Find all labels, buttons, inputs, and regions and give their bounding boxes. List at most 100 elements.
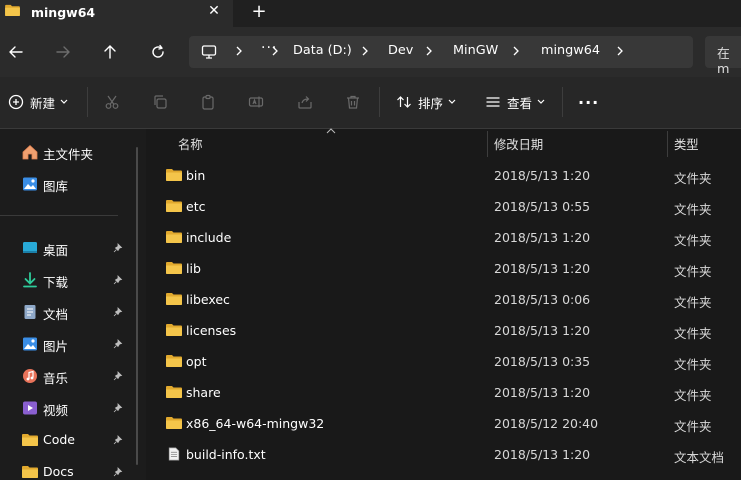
arrow-right-icon (56, 46, 70, 58)
sidebar-item-label: Code (43, 432, 76, 447)
search-input[interactable]: 在 m (705, 36, 741, 77)
pin-icon[interactable] (113, 243, 123, 253)
tab-mingw64[interactable]: mingw64 ✕ (0, 0, 233, 27)
pin-icon[interactable] (113, 435, 123, 445)
file-type: 文本文档 (674, 450, 725, 465)
table-row[interactable]: licenses 2018/5/13 1:20 文件夹 (146, 316, 741, 347)
command-bar: 新建 排序 查看 ··· (0, 77, 741, 129)
table-row[interactable]: etc 2018/5/13 0:55 文件夹 (146, 192, 741, 223)
chevron-right-icon[interactable] (359, 43, 371, 59)
desktop-icon (23, 242, 37, 253)
sidebar-item-label: 音乐 (43, 371, 69, 386)
sidebar-item-gallery[interactable]: 图库 (0, 170, 146, 198)
file-list: 名称 修改日期 类型 bin 2018/5/13 1:20 文件夹 etc 2018/5… (146, 128, 741, 480)
column-resize-handle[interactable] (667, 131, 668, 157)
sidebar-item-documents[interactable]: 文档 (0, 298, 146, 326)
tab-strip: mingw64 ✕ + (0, 0, 741, 27)
back-button[interactable] (5, 41, 27, 63)
chevron-right-icon[interactable] (269, 43, 281, 59)
file-date: 2018/5/13 0:06 (494, 292, 591, 307)
sidebar-item-desktop[interactable]: 桌面 (0, 234, 146, 262)
forward-button[interactable] (52, 41, 74, 63)
file-name: opt (186, 354, 207, 369)
breadcrumb-mingw[interactable]: MinGW (453, 43, 498, 58)
new-button[interactable]: 新建 (8, 91, 68, 113)
breadcrumb-mingw64[interactable]: mingw64 (541, 43, 600, 58)
view-list-icon (486, 97, 500, 107)
table-row[interactable]: share 2018/5/13 1:20 文件夹 (146, 378, 741, 409)
table-row[interactable]: opt 2018/5/13 0:35 文件夹 (146, 347, 741, 378)
file-date: 2018/5/12 20:40 (494, 416, 599, 431)
sidebar-item-docs[interactable]: Docs (0, 458, 146, 480)
column-header-date[interactable]: 修改日期 (494, 135, 543, 153)
table-row[interactable]: x86_64-w64-mingw32 2018/5/12 20:40 文件夹 (146, 409, 741, 440)
chevron-right-icon[interactable] (423, 43, 435, 59)
chevron-right-icon[interactable] (510, 43, 522, 59)
paste-button[interactable] (200, 91, 216, 113)
view-label: 查看 (507, 95, 533, 111)
new-tab-button[interactable]: + (250, 2, 268, 22)
table-row[interactable]: bin 2018/5/13 1:20 文件夹 (146, 161, 741, 192)
address-bar[interactable]: ··· Data (D:) Dev MinGW mingw64 (189, 36, 693, 68)
column-resize-handle[interactable] (487, 131, 488, 157)
navigation-pane: 主文件夹 图库 桌面 下载 文档 图片 音乐 视频 Code Docs (0, 129, 146, 480)
home-icon (22, 144, 38, 160)
sidebar-scrollbar[interactable] (136, 147, 138, 465)
sidebar-item-label: 视频 (43, 403, 69, 418)
table-row[interactable]: include 2018/5/13 1:20 文件夹 (146, 223, 741, 254)
file-date: 2018/5/13 1:20 (494, 261, 591, 276)
chevron-right-icon[interactable] (233, 43, 245, 59)
sidebar-item-pictures[interactable]: 图片 (0, 330, 146, 358)
arrow-up-icon (104, 45, 116, 59)
chevron-right-icon[interactable] (614, 43, 626, 59)
more-icon: ··· (578, 92, 600, 112)
refresh-button[interactable] (147, 41, 169, 63)
sidebar-item-label: 下载 (43, 275, 69, 290)
breadcrumb-data-drive[interactable]: Data (D:) (293, 43, 352, 58)
pin-icon[interactable] (113, 467, 123, 477)
gallery-icon (23, 177, 37, 191)
pin-icon[interactable] (113, 275, 123, 285)
pin-icon[interactable] (113, 339, 123, 349)
more-options-button[interactable]: ··· (578, 91, 599, 113)
file-name: x86_64-w64-mingw32 (186, 416, 325, 431)
column-header-name[interactable]: 名称 (178, 135, 203, 153)
pin-icon[interactable] (113, 371, 123, 381)
breadcrumb-dev[interactable]: Dev (388, 43, 413, 58)
table-row[interactable]: libexec 2018/5/13 0:06 文件夹 (146, 285, 741, 316)
file-name: share (186, 385, 221, 400)
chevron-down-icon (60, 99, 68, 104)
delete-button[interactable] (345, 91, 361, 113)
tab-title: mingw64 (31, 5, 96, 20)
pin-icon[interactable] (113, 307, 123, 317)
share-button[interactable] (297, 91, 313, 113)
copy-button[interactable] (152, 91, 168, 113)
file-date: 2018/5/13 0:55 (494, 199, 591, 214)
table-row[interactable]: build-info.txt 2018/5/13 1:20 文本文档 (146, 440, 741, 471)
sort-button[interactable]: 排序 (396, 91, 456, 113)
cut-button[interactable] (104, 91, 120, 113)
pin-icon[interactable] (113, 403, 123, 413)
sidebar-item-code[interactable]: Code (0, 426, 146, 454)
sidebar-item-videos[interactable]: 视频 (0, 394, 146, 422)
up-button[interactable] (99, 41, 121, 63)
folder-icon (166, 324, 182, 336)
sidebar-item-downloads[interactable]: 下载 (0, 266, 146, 294)
file-name: lib (186, 261, 201, 276)
file-date: 2018/5/13 1:20 (494, 323, 591, 338)
column-header-type[interactable]: 类型 (674, 135, 699, 153)
rename-button[interactable] (248, 91, 264, 113)
sidebar-item-music[interactable]: 音乐 (0, 362, 146, 390)
close-tab-icon[interactable]: ✕ (206, 3, 222, 19)
file-type: 文件夹 (674, 419, 712, 434)
view-button[interactable]: 查看 (485, 91, 545, 113)
folder-icon (166, 386, 182, 398)
folder-icon (22, 466, 38, 478)
new-label: 新建 (30, 95, 56, 111)
sidebar-item-label: Docs (43, 464, 74, 479)
sidebar-item-home[interactable]: 主文件夹 (0, 138, 146, 166)
file-name: include (186, 230, 232, 245)
copy-icon (154, 95, 167, 109)
table-row[interactable]: lib 2018/5/13 1:20 文件夹 (146, 254, 741, 285)
file-name: licenses (186, 323, 237, 338)
